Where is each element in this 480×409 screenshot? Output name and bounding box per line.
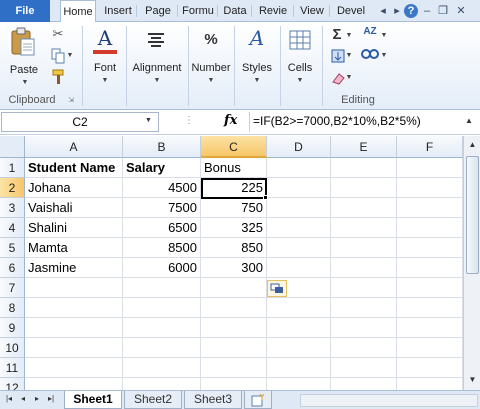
fill-icon[interactable] xyxy=(330,48,346,64)
cells-icon[interactable] xyxy=(288,28,312,52)
find-dropdown-icon[interactable]: ▼ xyxy=(380,52,388,59)
cells-dropdown-icon[interactable]: ▼ xyxy=(295,77,305,84)
cut-icon[interactable]: ✂ xyxy=(50,26,66,42)
row-header-7[interactable]: 7 xyxy=(0,278,25,298)
sort-filter-icon[interactable]: AZ xyxy=(360,26,380,44)
grid-lines xyxy=(25,158,463,390)
auto-fill-options-icon[interactable] xyxy=(267,280,287,297)
clipboard-launcher-icon[interactable]: ⇲ xyxy=(66,96,76,106)
cells-button[interactable]: Cells xyxy=(282,62,318,74)
tab-formulas[interactable]: Formu xyxy=(180,0,216,22)
column-header-a[interactable]: A xyxy=(25,136,123,158)
formula-expand-icon[interactable]: ▲ xyxy=(465,116,473,125)
styles-icon[interactable]: A xyxy=(245,26,269,54)
restore-icon[interactable]: ❐ xyxy=(436,4,450,18)
paste-icon[interactable] xyxy=(8,26,38,56)
select-all-corner[interactable] xyxy=(0,136,25,158)
tab-insert[interactable]: Insert xyxy=(100,0,136,22)
tab-home[interactable]: Home xyxy=(60,0,96,23)
row-header-8[interactable]: 8 xyxy=(0,298,25,318)
format-painter-icon[interactable] xyxy=(50,69,66,85)
vertical-scrollbar[interactable]: ▲ ▼ xyxy=(463,136,480,390)
sheet-tab-sheet2[interactable]: Sheet2 xyxy=(124,391,182,409)
prev-sheet-icon[interactable]: ◂ xyxy=(18,394,28,403)
help-icon[interactable]: ? xyxy=(404,4,418,18)
tab-scroll-left-icon[interactable]: ◂ xyxy=(376,4,390,18)
fill-dropdown-icon[interactable]: ▼ xyxy=(345,52,353,59)
insert-sheet-icon[interactable] xyxy=(244,391,272,409)
alignment-icon[interactable] xyxy=(145,30,167,52)
column-header-f[interactable]: F xyxy=(397,136,463,158)
fill-handle[interactable] xyxy=(263,195,268,200)
formula-bar-resize-icon[interactable]: ⋮ xyxy=(184,115,194,126)
row-header-3[interactable]: 3 xyxy=(0,198,25,218)
sort-dropdown-icon[interactable]: ▼ xyxy=(380,32,388,39)
tab-page-layout[interactable]: Page xyxy=(140,0,176,22)
font-button[interactable]: Font xyxy=(86,62,124,74)
tab-developer[interactable]: Devel xyxy=(332,0,370,22)
column-header-e[interactable]: E xyxy=(331,136,397,158)
ribbon-tab-strip: File Home Insert Page Formu Data Revie V… xyxy=(0,0,480,23)
insert-function-icon[interactable]: fx xyxy=(224,113,237,128)
tab-file[interactable]: File xyxy=(0,0,50,22)
name-box-dropdown-icon[interactable]: ▼ xyxy=(145,117,152,124)
row-header-6[interactable]: 6 xyxy=(0,258,25,278)
close-icon[interactable]: ✕ xyxy=(454,4,468,18)
first-sheet-icon[interactable]: |◂ xyxy=(4,394,14,403)
find-select-icon[interactable] xyxy=(360,46,380,64)
paste-button[interactable]: Paste xyxy=(4,64,44,76)
sheet-tab-sheet3[interactable]: Sheet3 xyxy=(184,391,242,409)
scroll-up-icon[interactable]: ▲ xyxy=(465,137,480,152)
clear-dropdown-icon[interactable]: ▼ xyxy=(345,74,353,81)
clear-icon[interactable] xyxy=(330,70,346,86)
worksheet-grid[interactable]: A B C D E F 1 2 3 4 5 6 7 8 9 10 11 12 S… xyxy=(0,136,463,390)
column-header-d[interactable]: D xyxy=(267,136,331,158)
copy-icon[interactable] xyxy=(50,48,66,64)
row-header-2[interactable]: 2 xyxy=(0,178,25,198)
alignment-button[interactable]: Alignment xyxy=(128,62,186,74)
font-dropdown-icon[interactable]: ▼ xyxy=(100,77,110,84)
tab-view[interactable]: View xyxy=(296,0,328,22)
column-header-c[interactable]: C xyxy=(201,136,267,158)
row-header-11[interactable]: 11 xyxy=(0,358,25,378)
number-format-icon[interactable]: % xyxy=(199,28,223,52)
scroll-thumb[interactable] xyxy=(466,156,479,274)
font-icon[interactable]: A xyxy=(93,26,117,54)
row-header-12[interactable]: 12 xyxy=(0,378,25,390)
tab-data[interactable]: Data xyxy=(220,0,250,22)
styles-dropdown-icon[interactable]: ▼ xyxy=(252,77,262,84)
column-header-b[interactable]: B xyxy=(123,136,201,158)
number-dropdown-icon[interactable]: ▼ xyxy=(206,77,216,84)
row-header-4[interactable]: 4 xyxy=(0,218,25,238)
formula-bar: C2 ▼ ⋮ fx =IF(B2>=7000,B2*10%,B2*5%) ▲ xyxy=(0,110,480,135)
autosum-icon[interactable]: Σ xyxy=(330,26,344,44)
formula-input[interactable]: =IF(B2>=7000,B2*10%,B2*5%) xyxy=(249,112,463,132)
sheet-tab-sheet1[interactable]: Sheet1 xyxy=(64,391,122,409)
editing-group-label: Editing xyxy=(341,94,375,106)
clipboard-group-label: Clipboard xyxy=(8,94,56,106)
tab-scroll-right-icon[interactable]: ▸ xyxy=(390,4,404,18)
minimize-icon[interactable]: – xyxy=(420,4,434,18)
next-sheet-icon[interactable]: ▸ xyxy=(32,394,42,403)
row-header-9[interactable]: 9 xyxy=(0,318,25,338)
sheet-tab-bar: |◂ ◂ ▸ ▸| Sheet1 Sheet2 Sheet3 xyxy=(0,390,480,409)
horizontal-scrollbar[interactable] xyxy=(300,394,478,407)
number-button[interactable]: Number xyxy=(190,62,232,74)
last-sheet-icon[interactable]: ▸| xyxy=(46,394,56,403)
ribbon-home: Paste ▼ ✂ ▼ Clipboard ⇲ A Font ▼ Alignme… xyxy=(0,22,480,110)
paste-dropdown-icon[interactable]: ▼ xyxy=(20,79,30,86)
copy-dropdown-icon[interactable]: ▼ xyxy=(66,52,74,59)
row-header-10[interactable]: 10 xyxy=(0,338,25,358)
alignment-dropdown-icon[interactable]: ▼ xyxy=(152,77,162,84)
autosum-dropdown-icon[interactable]: ▼ xyxy=(345,32,353,39)
styles-button[interactable]: Styles xyxy=(237,62,277,74)
tab-review[interactable]: Revie xyxy=(254,0,292,22)
scroll-down-icon[interactable]: ▼ xyxy=(465,372,480,387)
name-box[interactable]: C2 xyxy=(1,112,159,132)
row-header-5[interactable]: 5 xyxy=(0,238,25,258)
row-header-1[interactable]: 1 xyxy=(0,158,25,178)
